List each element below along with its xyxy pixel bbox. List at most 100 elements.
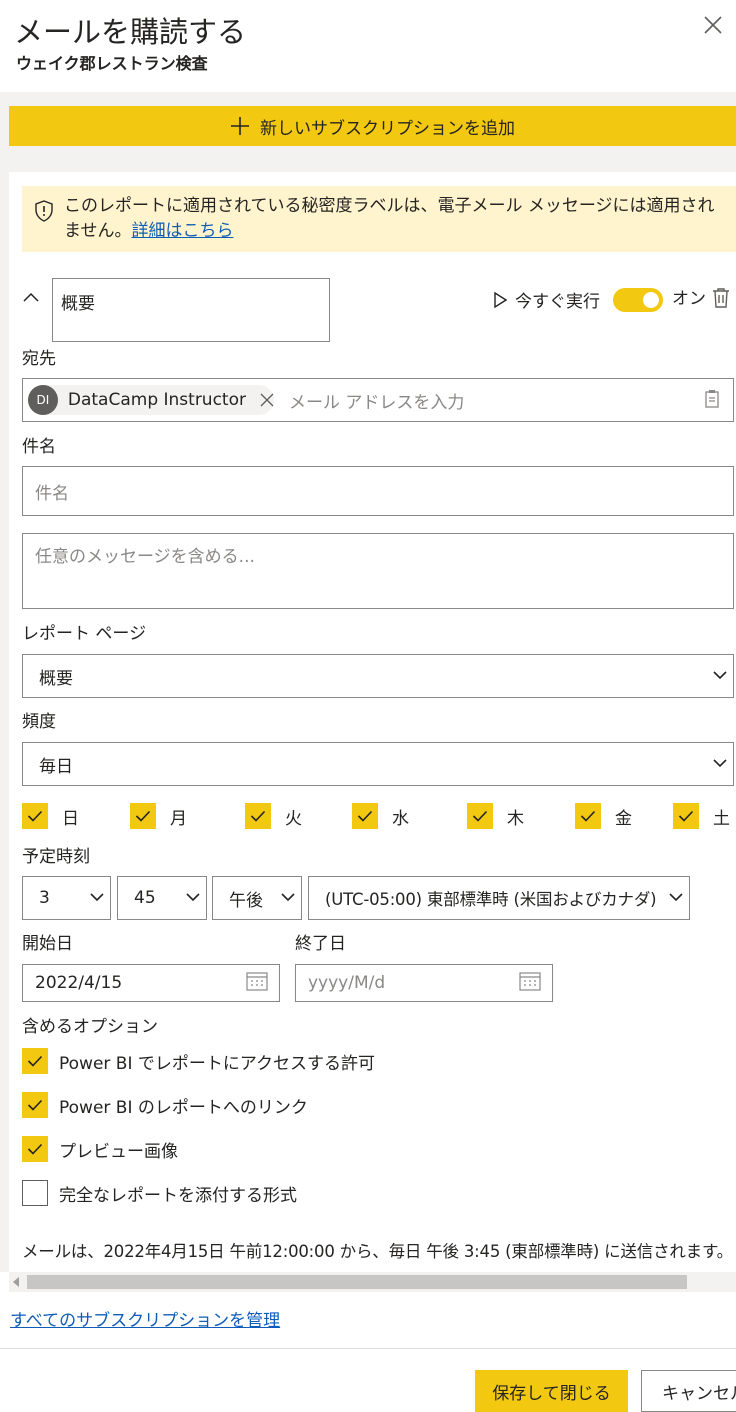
day-label: 木	[507, 808, 524, 829]
close-icon	[704, 16, 722, 34]
day-label: 金	[615, 808, 632, 829]
day-tuesday[interactable]: 火	[245, 803, 302, 829]
add-subscription-label: 新しいサブスクリプションを追加	[260, 118, 515, 139]
subscription-name-value: 概要	[61, 294, 95, 314]
run-now-button[interactable]: 今すぐ実行	[493, 287, 600, 312]
save-and-close-button[interactable]: 保存して閉じる	[475, 1370, 628, 1412]
checkbox-checked[interactable]	[22, 803, 48, 829]
horizontal-scrollbar[interactable]	[9, 1272, 736, 1292]
subscription-name-input[interactable]: 概要	[52, 278, 330, 342]
chevron-down-icon	[186, 893, 200, 902]
checkbox-checked[interactable]	[673, 803, 699, 829]
chevron-down-icon	[669, 893, 683, 902]
toggle-knob	[643, 292, 659, 308]
minute-value: 45	[134, 888, 156, 908]
checkbox-checked[interactable]	[467, 803, 493, 829]
option-report-link[interactable]: Power BI のレポートへのリンク	[22, 1092, 308, 1118]
checkmark-icon	[250, 810, 266, 822]
ampm-value: 午後	[229, 890, 263, 911]
subject-input[interactable]: 件名	[22, 466, 734, 516]
close-icon	[260, 393, 274, 407]
scroll-left-icon[interactable]	[13, 1277, 19, 1287]
option-attach-full-report[interactable]: 完全なレポートを添付する形式	[22, 1180, 297, 1206]
checkmark-icon	[135, 810, 151, 822]
hour-select[interactable]: 3	[22, 876, 111, 920]
schedule-summary: メールは、2022年4月15日 午前12:00:00 から、毎日 午後 3:45…	[22, 1242, 733, 1261]
checkmark-icon	[27, 1099, 43, 1111]
option-access-permission[interactable]: Power BI でレポートにアクセスする許可	[22, 1048, 375, 1074]
option-preview-image[interactable]: プレビュー画像	[22, 1136, 178, 1162]
day-label: 日	[62, 808, 79, 829]
cancel-button[interactable]: キャンセル	[641, 1370, 736, 1412]
option-label: プレビュー画像	[59, 1141, 178, 1162]
report-name: ウェイク郡レストラン検査	[16, 54, 208, 73]
checkbox-unchecked[interactable]	[22, 1180, 48, 1206]
close-button[interactable]	[698, 10, 728, 40]
end-date-input[interactable]: yyyy/M/d	[295, 964, 553, 1002]
scrollbar-thumb[interactable]	[27, 1275, 687, 1289]
remove-recipient-button[interactable]	[260, 393, 274, 407]
subject-label: 件名	[22, 437, 56, 457]
play-icon	[494, 291, 507, 308]
day-friday[interactable]: 金	[575, 803, 632, 829]
start-date-value: 2022/4/15	[35, 973, 123, 993]
email-input-placeholder[interactable]: メール アドレスを入力	[289, 388, 464, 413]
checkbox-checked[interactable]	[245, 803, 271, 829]
day-sunday[interactable]: 日	[22, 803, 79, 829]
checkmark-icon	[678, 810, 694, 822]
end-date-picker-button[interactable]	[519, 971, 541, 995]
frequency-select[interactable]: 毎日	[22, 742, 734, 786]
manage-subscriptions-link[interactable]: すべてのサブスクリプションを管理	[10, 1306, 280, 1331]
chevron-down-icon	[713, 671, 727, 680]
checkbox-checked[interactable]	[352, 803, 378, 829]
calendar-icon	[519, 972, 541, 991]
timezone-value: (UTC-05:00) 東部標準時 (米国およびカナダ)	[325, 890, 657, 909]
checkmark-icon	[472, 810, 488, 822]
message-textarea[interactable]: 任意のメッセージを含める...	[22, 533, 734, 609]
checkmark-icon	[27, 810, 43, 822]
checkbox-checked[interactable]	[22, 1048, 48, 1074]
add-subscription-button[interactable]: 新しいサブスクリプションを追加	[9, 106, 736, 146]
shield-warning-icon	[35, 200, 53, 222]
day-saturday[interactable]: 土	[673, 803, 730, 829]
end-date-placeholder: yyyy/M/d	[308, 973, 386, 993]
start-date-picker-button[interactable]	[246, 971, 268, 995]
option-label: Power BI のレポートへのリンク	[59, 1097, 308, 1118]
report-page-value: 概要	[39, 668, 73, 689]
checkbox-checked[interactable]	[22, 1136, 48, 1162]
start-date-input[interactable]: 2022/4/15	[22, 964, 280, 1002]
checkmark-icon	[27, 1143, 43, 1155]
save-and-close-label: 保存して閉じる	[492, 1383, 611, 1404]
chevron-down-icon	[713, 759, 727, 768]
minute-select[interactable]: 45	[117, 876, 207, 920]
day-wednesday[interactable]: 水	[352, 803, 409, 829]
checkmark-icon	[27, 1055, 43, 1067]
subject-placeholder: 件名	[35, 483, 69, 504]
report-page-select[interactable]: 概要	[22, 654, 734, 698]
delete-button[interactable]	[712, 287, 732, 311]
ampm-select[interactable]: 午後	[212, 876, 302, 920]
cancel-label: キャンセル	[662, 1383, 736, 1404]
recipient-chip: DI DataCamp Instructor	[28, 385, 274, 415]
avatar: DI	[28, 385, 58, 415]
learn-more-link[interactable]: 詳細はこちら	[132, 221, 234, 241]
collapse-button[interactable]	[22, 288, 42, 304]
day-monday[interactable]: 月	[130, 803, 187, 829]
sensitivity-warning: このレポートに適用されている秘密度ラベルは、電子メール メッセージには適用されま…	[22, 186, 736, 252]
chevron-up-icon	[23, 292, 39, 302]
subscription-toggle[interactable]	[613, 288, 663, 312]
end-date-label: 終了日	[295, 934, 346, 954]
day-thursday[interactable]: 木	[467, 803, 524, 829]
panel-title: メールを購読する	[14, 15, 247, 49]
message-placeholder: 任意のメッセージを含める...	[35, 547, 255, 567]
checkbox-checked[interactable]	[130, 803, 156, 829]
timezone-select[interactable]: (UTC-05:00) 東部標準時 (米国およびカナダ)	[308, 876, 690, 920]
chevron-down-icon	[281, 893, 295, 902]
hour-value: 3	[39, 888, 50, 908]
checkbox-checked[interactable]	[22, 1092, 48, 1118]
day-label: 火	[285, 808, 302, 829]
address-book-button[interactable]	[704, 389, 722, 411]
option-label: 完全なレポートを添付する形式	[59, 1185, 297, 1206]
schedule-time-label: 予定時刻	[22, 847, 90, 867]
checkbox-checked[interactable]	[575, 803, 601, 829]
